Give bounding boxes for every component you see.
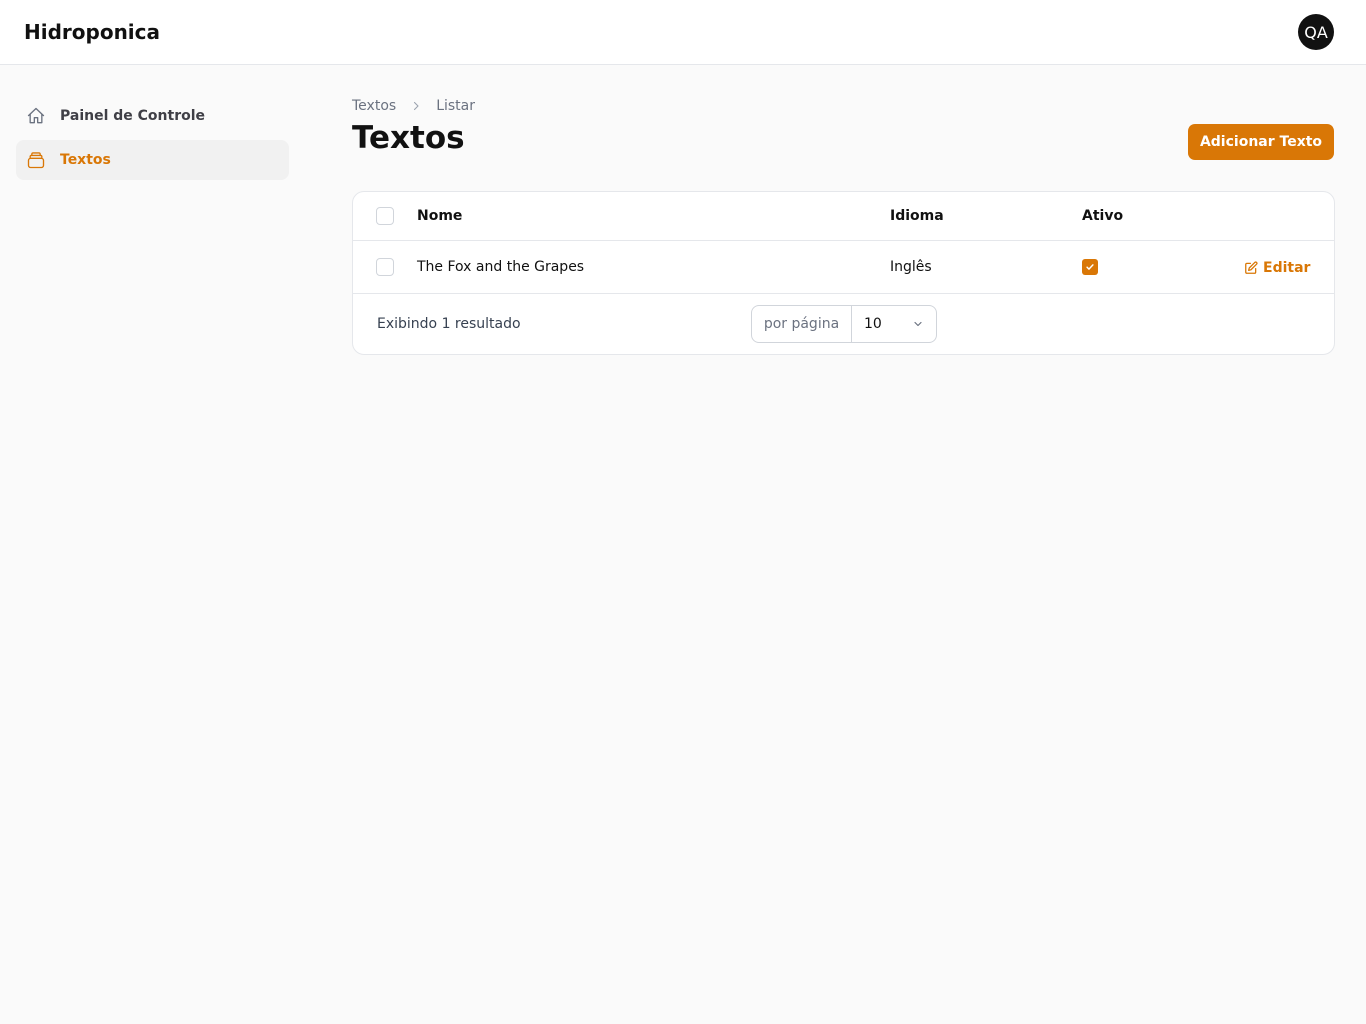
add-text-button[interactable]: Adicionar Texto — [1188, 124, 1334, 160]
top-bar: Hidroponica QA — [0, 0, 1366, 65]
chevron-down-icon — [914, 321, 922, 327]
sidebar-item-dashboard[interactable]: Painel de Controle — [16, 96, 289, 136]
texts-table: Nome Idioma Ativo The Fox and the Grapes… — [352, 191, 1335, 355]
check-icon — [1086, 264, 1094, 270]
breadcrumb-item-listar: Listar — [436, 98, 475, 114]
active-checkbox[interactable] — [1082, 259, 1098, 275]
select-all-checkbox[interactable] — [376, 207, 394, 225]
user-avatar[interactable]: QA — [1298, 14, 1334, 50]
column-header-ativo[interactable]: Ativo — [1082, 208, 1123, 224]
page-title: Textos — [352, 120, 465, 156]
edit-button[interactable]: Editar — [1244, 258, 1310, 278]
per-page-control: por página 10 — [751, 305, 937, 343]
sidebar-item-label: Textos — [60, 152, 111, 168]
breadcrumb-item-textos[interactable]: Textos — [352, 98, 396, 114]
per-page-label: por página — [752, 306, 852, 342]
brand-name[interactable]: Hidroponica — [24, 20, 160, 44]
stack-icon — [26, 150, 46, 170]
edit-label: Editar — [1263, 260, 1311, 276]
sidebar-item-textos[interactable]: Textos — [16, 140, 289, 180]
results-summary: Exibindo 1 resultado — [377, 316, 521, 332]
cell-nome: The Fox and the Grapes — [417, 259, 585, 275]
per-page-value: 10 — [864, 316, 882, 332]
cell-idioma: Inglês — [890, 259, 932, 275]
table-header-row: Nome Idioma Ativo — [353, 192, 1334, 241]
row-select-checkbox[interactable] — [376, 258, 394, 276]
home-icon — [26, 106, 46, 126]
chevron-right-icon — [410, 100, 422, 112]
per-page-select[interactable]: 10 — [852, 306, 936, 342]
breadcrumb: Textos Listar — [352, 97, 475, 115]
table-row: The Fox and the Grapes Inglês Editar — [353, 241, 1334, 294]
sidebar-item-label: Painel de Controle — [60, 108, 206, 124]
column-header-nome[interactable]: Nome — [417, 208, 462, 224]
edit-icon — [1244, 261, 1258, 275]
column-header-idioma[interactable]: Idioma — [890, 208, 944, 224]
